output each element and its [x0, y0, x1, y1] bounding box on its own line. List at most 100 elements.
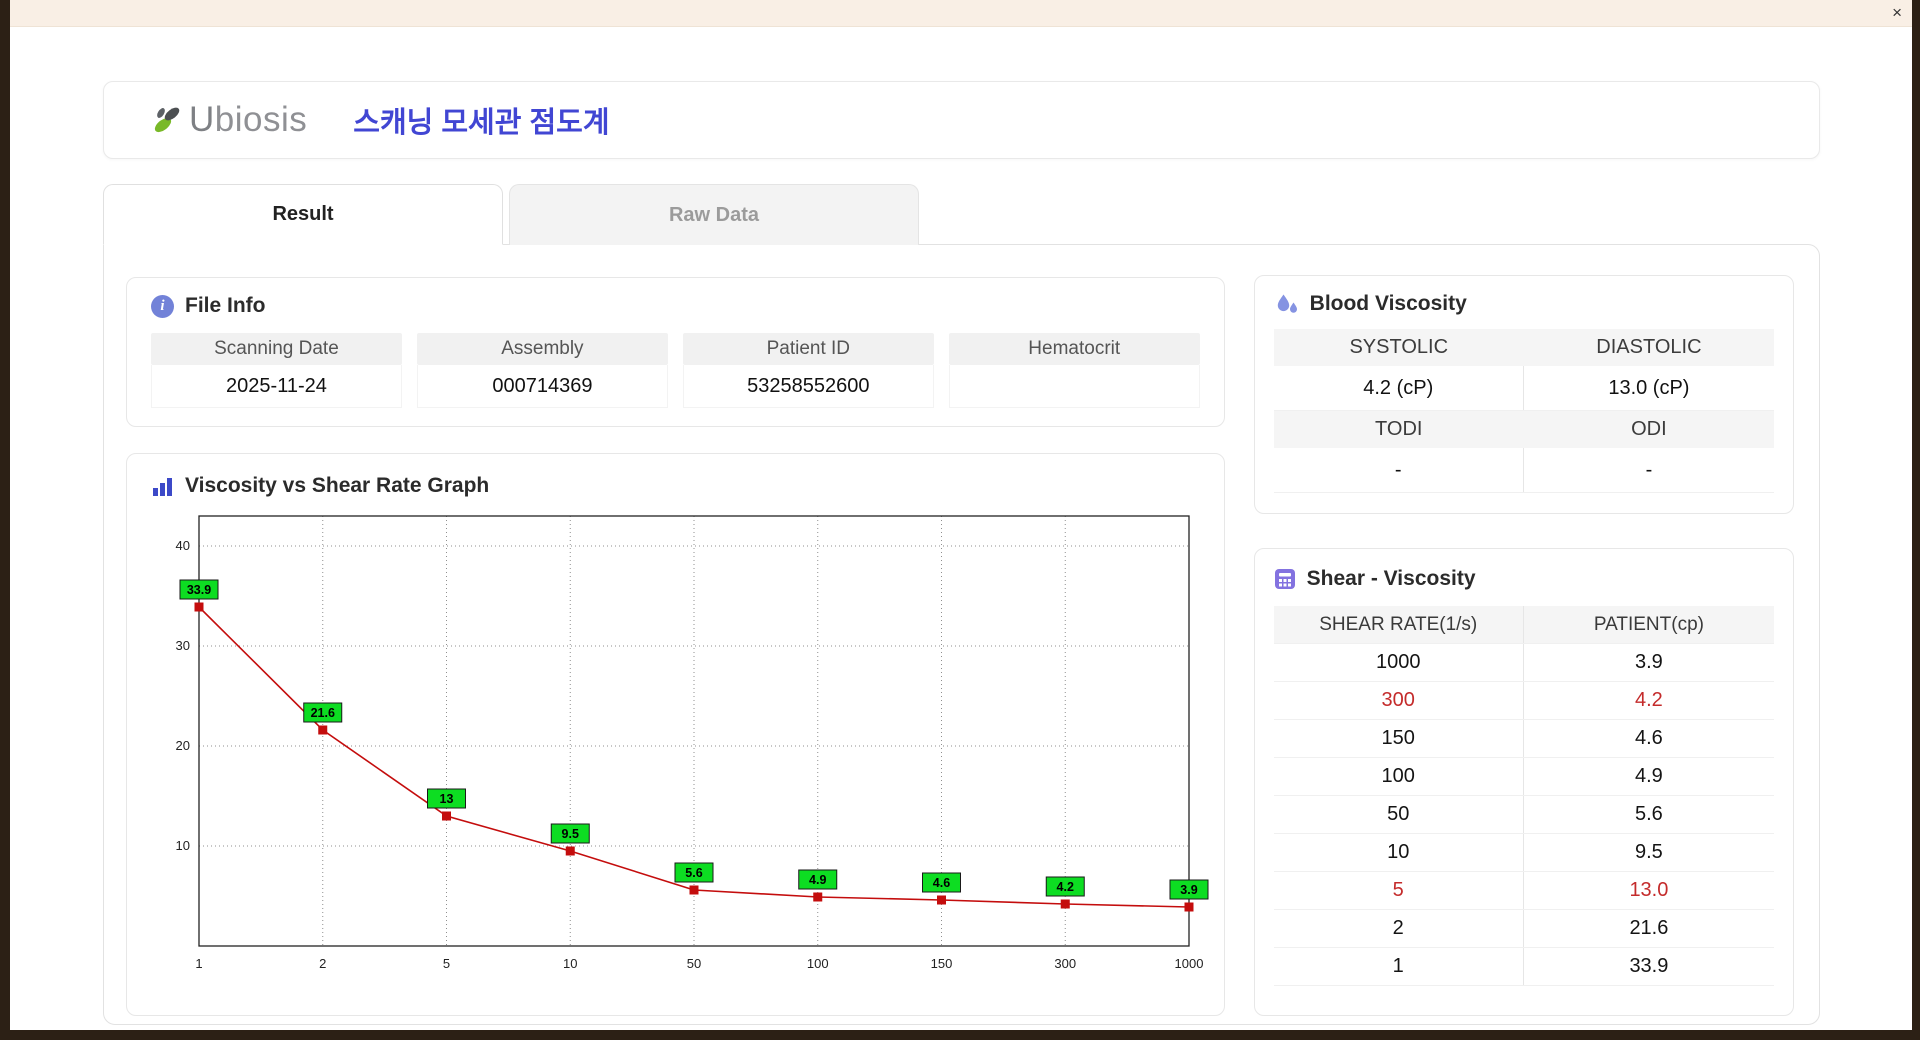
info-icon: i — [151, 294, 174, 318]
svg-text:13: 13 — [440, 792, 454, 806]
svg-text:33.9: 33.9 — [187, 583, 211, 597]
shear-table-row: 2 21.6 — [1273, 910, 1774, 948]
file-info-field: Assembly 000714369 — [416, 333, 668, 408]
blood-viscosity-card: Blood Viscosity SYSTOLIC DIASTOLIC 4.2 (… — [1253, 275, 1794, 514]
shear-rate-cell: 150 — [1274, 720, 1524, 757]
shear-rate-cell: 300 — [1274, 682, 1524, 719]
field-value — [948, 365, 1200, 408]
shear-rate-cell: 1000 — [1274, 644, 1524, 681]
patient-viscosity-cell: 4.6 — [1635, 727, 1663, 749]
app-header: Ubiosis 스캐닝 모세관 점도계 — [103, 81, 1820, 159]
file-info-header: i File Info — [151, 294, 1200, 318]
shear-table-header-row: SHEAR RATE(1/s) PATIENT(cp) — [1273, 606, 1774, 644]
tab-raw-data[interactable]: Raw Data — [509, 184, 919, 245]
file-info-field: Scanning Date 2025-11-24 — [151, 333, 402, 408]
field-value: 53258552600 — [682, 365, 934, 408]
svg-text:1000: 1000 — [1175, 956, 1204, 971]
field-label: Patient ID — [682, 333, 934, 365]
blood-viscosity-title: Blood Viscosity — [1309, 292, 1467, 315]
shear-table-row: 150 4.6 — [1273, 720, 1774, 758]
file-info-field: Patient ID 53258552600 — [682, 333, 934, 408]
shear-rate-cell: 1 — [1274, 948, 1524, 985]
patient-viscosity-cell: 3.9 — [1635, 651, 1663, 673]
blood-viscosity-value-row: 4.2 (cP) 13.0 (cP) — [1273, 366, 1774, 411]
blood-viscosity-header-row: SYSTOLIC DIASTOLIC — [1273, 329, 1774, 366]
field-label: Scanning Date — [151, 333, 402, 365]
svg-text:2: 2 — [319, 956, 326, 971]
patient-viscosity-cell: 21.6 — [1629, 917, 1669, 939]
shear-table-row: 100 4.9 — [1273, 758, 1774, 796]
result-panel: i File Info Scanning Date 2025-11-24 Ass… — [103, 244, 1820, 1025]
svg-text:40: 40 — [176, 538, 190, 553]
file-info-card: i File Info Scanning Date 2025-11-24 Ass… — [126, 277, 1225, 427]
svg-text:150: 150 — [931, 956, 953, 971]
field-value: 000714369 — [416, 365, 668, 408]
patient-viscosity-cell: 9.5 — [1635, 841, 1663, 863]
shear-viscosity-header: Shear - Viscosity — [1255, 567, 1793, 591]
calculator-icon — [1274, 569, 1295, 589]
graph-header: Viscosity vs Shear Rate Graph — [151, 474, 1214, 498]
left-column: i File Info Scanning Date 2025-11-24 Ass… — [126, 277, 1225, 1016]
shear-viscosity-title: Shear - Viscosity — [1306, 567, 1476, 590]
svg-text:50: 50 — [687, 956, 701, 971]
window-titlebar: × — [10, 0, 1912, 27]
patient-viscosity-cell: 5.6 — [1635, 803, 1663, 825]
window-close-button[interactable]: × — [1892, 2, 1902, 24]
shear-table-row: 5 13.0 — [1273, 872, 1774, 910]
tab-result[interactable]: Result — [103, 184, 503, 245]
right-column: Blood Viscosity SYSTOLIC DIASTOLIC 4.2 (… — [1253, 275, 1794, 1016]
svg-text:10: 10 — [176, 838, 190, 853]
shear-table-row: 1 33.9 — [1273, 948, 1774, 986]
bv-value-cell: 13.0 (cP) — [1608, 376, 1690, 399]
shear-viscosity-card: Shear - Viscosity SHEAR RATE(1/s) PATIEN… — [1253, 548, 1794, 1016]
bar-chart-icon — [153, 477, 172, 496]
patient-column-header: PATIENT(cp) — [1593, 613, 1704, 635]
svg-text:4.2: 4.2 — [1057, 880, 1074, 894]
svg-text:300: 300 — [1054, 956, 1076, 971]
shear-viscosity-table: SHEAR RATE(1/s) PATIENT(cp) 1000 3.9 300… — [1273, 606, 1774, 986]
field-label: Hematocrit — [948, 333, 1200, 365]
bv-header-cell: ODI — [1631, 418, 1667, 440]
svg-text:30: 30 — [176, 638, 190, 653]
file-info-title: File Info — [185, 294, 266, 317]
bv-header-cell: SYSTOLIC — [1349, 336, 1449, 358]
patient-viscosity-cell: 4.2 — [1635, 689, 1663, 711]
bv-header-cell: DIASTOLIC — [1596, 336, 1702, 358]
blood-viscosity-value-row: - - — [1273, 448, 1774, 493]
shear-rate-cell: 100 — [1274, 758, 1524, 795]
bv-value-cell: - — [1274, 448, 1524, 492]
shear-rate-cell: 2 — [1274, 910, 1524, 947]
svg-text:9.5: 9.5 — [562, 827, 579, 841]
patient-viscosity-cell: 4.9 — [1635, 765, 1663, 787]
logo-text: Ubiosis — [189, 100, 307, 140]
logo-text-rest: biosis — [214, 100, 308, 139]
svg-text:100: 100 — [807, 956, 829, 971]
field-value: 2025-11-24 — [151, 365, 402, 408]
water-drops-icon — [1277, 294, 1297, 313]
svg-text:4.9: 4.9 — [809, 873, 826, 887]
file-info-fields: Scanning Date 2025-11-24 Assembly 000714… — [151, 333, 1200, 408]
patient-viscosity-cell: 13.0 — [1629, 879, 1669, 901]
field-label: Assembly — [416, 333, 668, 365]
viscosity-shear-chart: 10 20 30 40 1 2 5 10 50 100 150 300 1000 33.9 21.6 13 9.… — [176, 515, 1209, 971]
shear-table-row: 50 5.6 — [1273, 796, 1774, 834]
svg-text:21.6: 21.6 — [311, 706, 335, 720]
patient-viscosity-cell: 33.9 — [1629, 955, 1669, 977]
leaf-logo-icon — [154, 107, 180, 133]
blood-viscosity-header-row: TODI ODI — [1273, 411, 1774, 448]
svg-text:1: 1 — [195, 956, 202, 971]
shear-rate-cell: 5 — [1274, 872, 1524, 909]
svg-text:5: 5 — [443, 956, 450, 971]
tab-bar: Result Raw Data — [103, 184, 1820, 245]
logo-text-u: U — [189, 100, 215, 139]
graph-title: Viscosity vs Shear Rate Graph — [185, 474, 490, 497]
shear-rate-cell: 10 — [1274, 834, 1524, 871]
svg-text:5.6: 5.6 — [685, 866, 702, 880]
app-title: 스캐닝 모세관 점도계 — [353, 107, 610, 139]
ubiosis-logo: Ubiosis — [150, 100, 307, 140]
shear-table-row: 300 4.2 — [1273, 682, 1774, 720]
bv-header-cell: TODI — [1375, 418, 1423, 440]
svg-text:3.9: 3.9 — [1180, 883, 1197, 897]
shear-table-row: 10 9.5 — [1273, 834, 1774, 872]
blood-viscosity-header: Blood Viscosity — [1255, 292, 1793, 316]
